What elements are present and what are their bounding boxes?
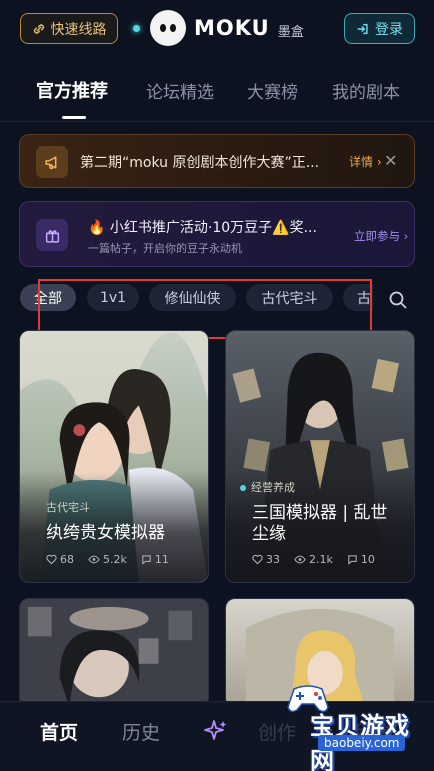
nav-create[interactable]: 创作	[258, 718, 296, 745]
active-tab-indicator	[62, 116, 86, 119]
card-tag-label: 经营养成	[251, 481, 295, 494]
comment-icon	[142, 555, 151, 565]
join-link[interactable]: 立即参与 ›	[354, 228, 408, 244]
card-comments: 11	[154, 553, 169, 566]
card-tag: 古代宅斗	[46, 501, 90, 514]
card-views: 2.1k	[309, 553, 333, 566]
quick-route-button[interactable]: 快速线路	[20, 13, 118, 44]
card-stats: 68 5.2k 11	[46, 553, 169, 566]
script-card[interactable]	[19, 598, 209, 708]
nav-home[interactable]: 首页	[40, 718, 78, 745]
card-likes: 68	[60, 553, 74, 566]
sparkle-icon[interactable]	[203, 718, 229, 744]
close-icon[interactable]: ✕	[384, 151, 397, 170]
card-stats: 33 2.1k 10	[252, 553, 375, 566]
link-icon	[33, 23, 44, 34]
brand-name: MOKU	[194, 16, 270, 40]
quick-route-label: 快速线路	[50, 21, 107, 38]
tab-contest[interactable]: 大赛榜	[247, 78, 298, 103]
tab-official[interactable]: 官方推荐	[36, 77, 108, 103]
watermark-url: baobeiy.com	[318, 735, 406, 751]
tab-my-scripts[interactable]: 我的剧本	[332, 78, 400, 103]
comment-icon	[348, 555, 357, 565]
contest-banner[interactable]: 第二期“moku 原创剧本创作大赛”正... 详情 › ✕	[19, 134, 415, 188]
promo-subtitle: 一篇帖子，开启你的豆子永动机	[88, 242, 242, 255]
card-title: 纨绔贵女模拟器	[46, 523, 165, 543]
nav-history[interactable]: 历史	[122, 718, 160, 745]
tag-dot	[240, 485, 246, 491]
card-tag: 经营养成	[240, 479, 295, 495]
search-icon[interactable]	[388, 290, 408, 310]
login-icon	[357, 23, 368, 34]
contest-detail-link[interactable]: 详情 ›	[349, 153, 382, 170]
heart-icon	[46, 554, 57, 565]
script-card[interactable]: 经营养成 三国模拟器 | 乱世尘缘 33 2.1k 10	[225, 330, 415, 583]
card-comments: 10	[360, 553, 375, 566]
tab-forum[interactable]: 论坛精选	[146, 78, 214, 103]
login-button[interactable]: 登录	[344, 13, 415, 44]
eye-icon	[88, 555, 100, 564]
promo-title: 🔥 小红书推广活动·10万豆子⚠️奖...	[88, 220, 317, 236]
card-views: 5.2k	[103, 553, 127, 566]
category-tabs: 官方推荐 论坛精选 大赛榜 我的剧本	[0, 58, 434, 122]
card-title: 三国模拟器 | 乱世尘缘	[252, 503, 388, 544]
mascot-icon	[150, 10, 186, 46]
eye-icon	[294, 555, 306, 564]
card-likes: 33	[266, 553, 280, 566]
brand-sub: 墨盒	[277, 24, 304, 40]
megaphone-icon	[36, 146, 68, 178]
login-label: 登录	[375, 21, 403, 38]
brand-logo: MOKU 墨盒	[133, 10, 304, 46]
promo-banner[interactable]: 🔥 小红书推广活动·10万豆子⚠️奖... 一篇帖子，开启你的豆子永动机 立即参…	[19, 201, 415, 267]
heart-icon	[252, 554, 263, 565]
script-card[interactable]: 古代宅斗 纨绔贵女模拟器 68 5.2k 11	[19, 330, 209, 583]
status-dot	[133, 24, 140, 32]
app-header: 快速线路 MOKU 墨盒 登录	[0, 0, 434, 58]
card-cover-image	[20, 599, 208, 707]
contest-banner-text: 第二期“moku 原创剧本创作大赛”正...	[80, 155, 320, 171]
gift-icon	[36, 219, 68, 251]
